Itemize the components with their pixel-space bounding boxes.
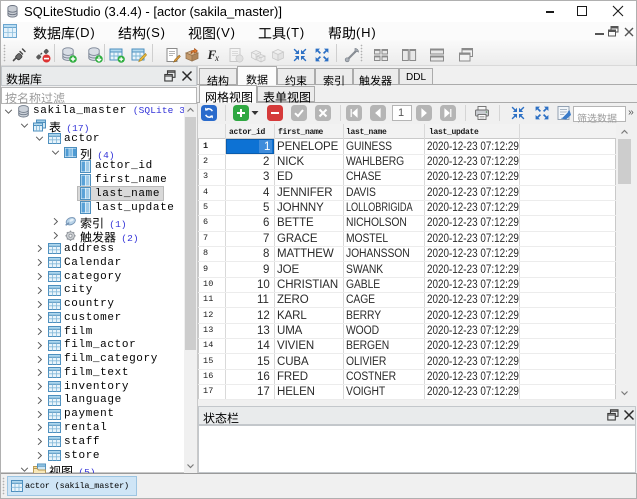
svg-text:x: x <box>214 53 219 63</box>
